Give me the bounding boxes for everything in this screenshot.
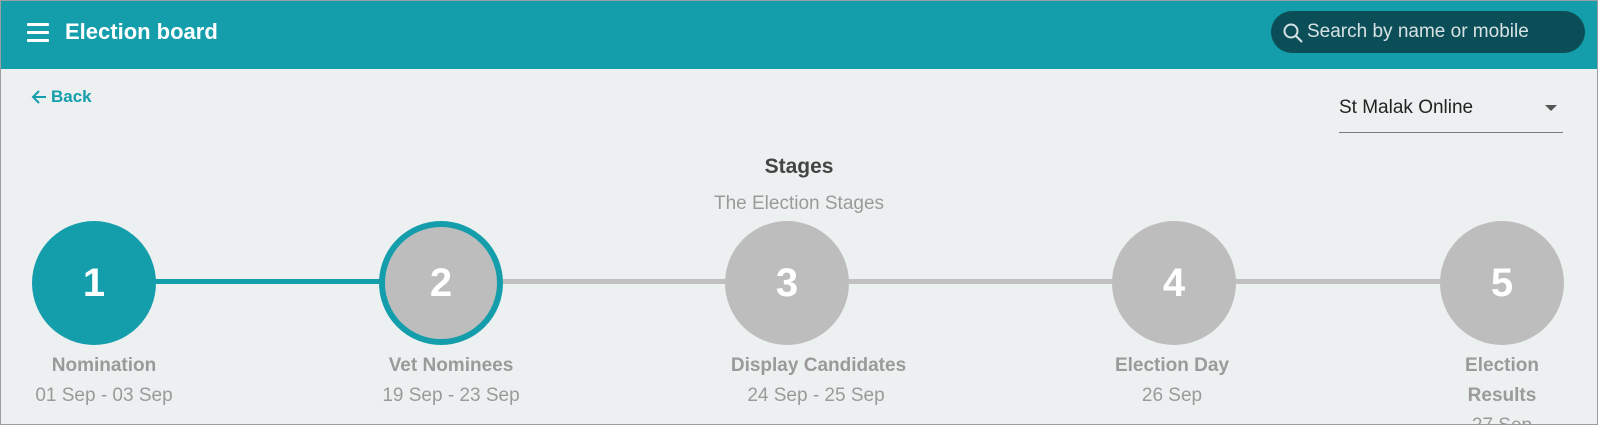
hamburger-menu-icon[interactable] bbox=[27, 23, 49, 43]
stage-3-date: 24 Sep - 25 Sep bbox=[747, 385, 885, 406]
dropdown-arrow-icon bbox=[1545, 105, 1557, 111]
stages-title: Stages bbox=[764, 155, 834, 178]
stage-connector-4-5 bbox=[1231, 279, 1443, 284]
stage-1-number: 1 bbox=[82, 260, 106, 305]
search-input[interactable] bbox=[1307, 11, 1575, 53]
back-link[interactable]: Back bbox=[31, 87, 92, 107]
stage-2-label: Vet Nominees bbox=[388, 355, 514, 376]
stages-subtitle: The Election Stages bbox=[713, 193, 885, 214]
stage-5-label: Election Results bbox=[1465, 355, 1539, 406]
stage-3-circle[interactable]: 3 bbox=[725, 221, 849, 345]
stage-3-number: 3 bbox=[775, 260, 799, 305]
stage-3-label: Display Candidates bbox=[730, 355, 907, 376]
community-select-value: St Malak Online bbox=[1339, 97, 1474, 118]
community-select[interactable]: St Malak Online bbox=[1339, 95, 1563, 133]
arrow-left-icon bbox=[31, 90, 46, 104]
stage-4-number: 4 bbox=[1162, 260, 1186, 305]
back-label: Back bbox=[51, 87, 92, 106]
stage-2-circle[interactable]: 2 bbox=[379, 221, 503, 345]
stage-2-date: 19 Sep - 23 Sep bbox=[382, 385, 520, 406]
stage-4-label: Election Day bbox=[1114, 355, 1230, 376]
top-app-bar: Election board bbox=[1, 1, 1597, 69]
search-icon bbox=[1283, 23, 1303, 43]
stage-connector-1-2 bbox=[151, 279, 381, 284]
stage-4-circle[interactable]: 4 bbox=[1112, 221, 1236, 345]
stage-1-circle[interactable]: 1 bbox=[32, 221, 156, 345]
stage-5-circle[interactable]: 5 bbox=[1440, 221, 1564, 345]
search-box[interactable] bbox=[1271, 11, 1585, 53]
stage-connector-3-4 bbox=[845, 279, 1113, 284]
stage-5-date: 27 Sep bbox=[1440, 411, 1564, 425]
stage-4-date: 26 Sep bbox=[1141, 385, 1203, 406]
stage-1-label: Nomination bbox=[51, 355, 157, 376]
stage-1-date: 01 Sep - 03 Sep bbox=[35, 385, 173, 406]
app-title: Election board bbox=[65, 19, 218, 44]
stage-connector-2-3 bbox=[497, 279, 725, 284]
stage-2-number: 2 bbox=[429, 260, 453, 305]
stage-5-number: 5 bbox=[1490, 260, 1514, 305]
